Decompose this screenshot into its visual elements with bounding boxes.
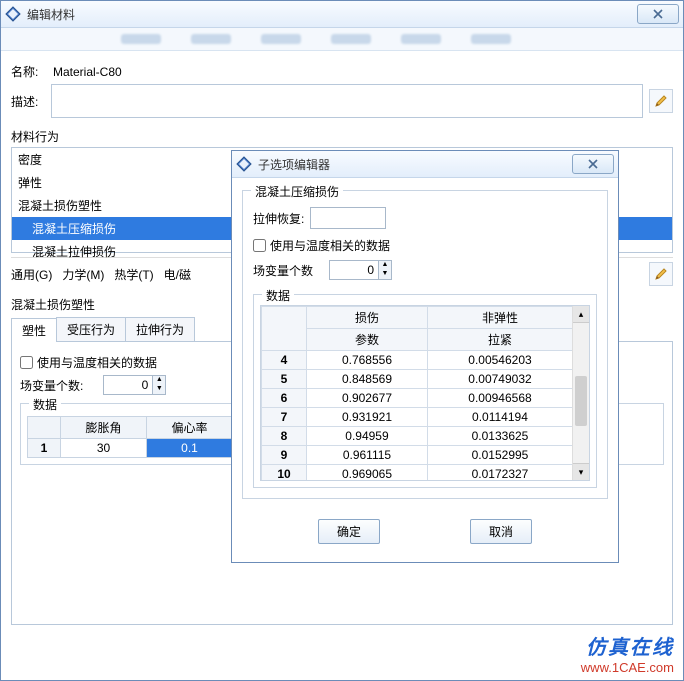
tension-recovery-label: 拉伸恢复:: [253, 210, 304, 227]
pencil-icon: [654, 267, 668, 281]
tab-tension[interactable]: 拉伸行为: [125, 317, 195, 341]
scroll-thumb[interactable]: [575, 376, 587, 426]
tab-compression[interactable]: 受压行为: [56, 317, 126, 341]
sub-data-table[interactable]: 损伤 非弹性 参数 拉紧 40.7685560.00546203 50.8485…: [261, 306, 573, 481]
col-damage-1: 损伤: [307, 307, 428, 329]
sub-title: 子选项编辑器: [258, 156, 572, 173]
sub-data-title: 数据: [262, 287, 294, 304]
use-temp-label: 使用与温度相关的数据: [37, 354, 157, 371]
sub-data-table-wrap: 损伤 非弹性 参数 拉紧 40.7685560.00546203 50.8485…: [260, 305, 590, 481]
table-row[interactable]: 50.8485690.00749032: [262, 370, 573, 389]
sub-field-vars-label: 场变量个数: [253, 262, 313, 279]
spinner-down-icon[interactable]: ▼: [153, 385, 165, 394]
data-group-title: 数据: [29, 396, 61, 413]
desc-label: 描述:: [11, 93, 47, 110]
field-vars-label: 场变量个数:: [20, 377, 83, 394]
ribbon-area: [1, 28, 683, 51]
table-row[interactable]: 40.7685560.00546203: [262, 351, 573, 370]
field-vars-input[interactable]: [104, 378, 152, 392]
menu-general[interactable]: 通用(G): [11, 266, 52, 283]
table-row[interactable]: 1 30 0.1: [28, 439, 233, 458]
pencil-icon: [654, 94, 668, 108]
table-corner: [28, 417, 61, 439]
col-damage-2: 参数: [307, 329, 428, 351]
col-inelastic-1: 非弹性: [427, 307, 572, 329]
menu-mechanical[interactable]: 力学(M): [62, 266, 104, 283]
edit-behavior-button[interactable]: [649, 262, 673, 286]
cell-eccentricity[interactable]: 0.1: [147, 439, 233, 458]
sub-field-vars-input[interactable]: [330, 263, 378, 277]
group-title: 混凝土压缩损伤: [251, 183, 343, 200]
row-number: 1: [28, 439, 61, 458]
sub-data-group: 数据 损伤 非弹性 参数 拉紧 40.7685560.00546203: [253, 294, 597, 488]
compression-damage-group: 混凝土压缩损伤 拉伸恢复: 使用与温度相关的数据 场变量个数 ▲▼ 数据: [242, 190, 608, 499]
behavior-section-title: 材料行为: [11, 128, 673, 145]
spinner-up-icon[interactable]: ▲: [379, 261, 391, 270]
table-row[interactable]: 100.9690650.0172327: [262, 465, 573, 482]
close-icon: [588, 159, 598, 169]
description-input[interactable]: [51, 84, 643, 118]
spinner-down-icon[interactable]: ▼: [379, 270, 391, 279]
ok-button[interactable]: 确定: [318, 519, 380, 544]
edit-description-button[interactable]: [649, 89, 673, 113]
table-row[interactable]: 90.9611150.0152995: [262, 446, 573, 465]
app-icon: [236, 156, 252, 172]
main-titlebar[interactable]: 编辑材料: [1, 1, 683, 28]
name-label: 名称:: [11, 63, 47, 80]
suboption-editor-dialog: 子选项编辑器 混凝土压缩损伤 拉伸恢复: 使用与温度相关的数据 场变量个数 ▲▼: [231, 150, 619, 563]
table-scrollbar[interactable]: ▴ ▾: [572, 306, 589, 480]
app-icon: [5, 6, 21, 22]
sub-field-vars-spinner[interactable]: ▲▼: [329, 260, 392, 280]
main-data-table[interactable]: 膨胀角 偏心率 1 30 0.1: [27, 416, 233, 458]
field-vars-spinner[interactable]: ▲▼: [103, 375, 166, 395]
sub-close-button[interactable]: [572, 154, 614, 174]
tab-plastic[interactable]: 塑性: [11, 318, 57, 342]
main-close-button[interactable]: [637, 4, 679, 24]
name-value: Material-C80: [53, 65, 122, 79]
sub-use-temp-label: 使用与温度相关的数据: [270, 237, 390, 254]
col-dilation-angle: 膨胀角: [61, 417, 147, 439]
sub-content: 混凝土压缩损伤 拉伸恢复: 使用与温度相关的数据 场变量个数 ▲▼ 数据: [232, 178, 618, 562]
table-row[interactable]: 70.9319210.0114194: [262, 408, 573, 427]
table-row[interactable]: 60.9026770.00946568: [262, 389, 573, 408]
menu-electromagnetic[interactable]: 电/磁: [164, 266, 191, 283]
menu-thermal[interactable]: 热学(T): [114, 266, 153, 283]
cell-dilation[interactable]: 30: [61, 439, 147, 458]
sub-titlebar[interactable]: 子选项编辑器: [232, 151, 618, 178]
spinner-up-icon[interactable]: ▲: [153, 376, 165, 385]
scroll-up-icon[interactable]: ▴: [573, 306, 589, 323]
col-eccentricity: 偏心率: [147, 417, 233, 439]
dialog-buttons: 确定 取消: [242, 509, 608, 554]
table-corner: [262, 307, 307, 351]
use-temp-checkbox[interactable]: [20, 356, 33, 369]
cancel-button[interactable]: 取消: [470, 519, 532, 544]
tension-recovery-input[interactable]: [310, 207, 386, 229]
scroll-down-icon[interactable]: ▾: [573, 463, 589, 480]
close-icon: [653, 9, 663, 19]
sub-use-temp-checkbox[interactable]: [253, 239, 266, 252]
table-row[interactable]: 80.949590.0133625: [262, 427, 573, 446]
main-title: 编辑材料: [27, 6, 637, 23]
col-inelastic-2: 拉紧: [427, 329, 572, 351]
